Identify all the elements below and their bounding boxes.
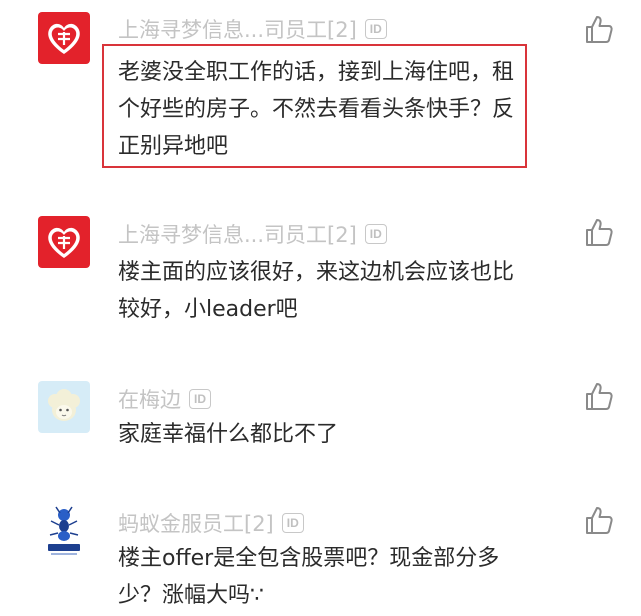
- username[interactable]: 上海寻梦信息...司员工[2]: [118, 14, 357, 44]
- username[interactable]: 上海寻梦信息...司员工[2]: [118, 219, 357, 249]
- thumbs-up-icon: [586, 16, 613, 43]
- thumbs-up-icon: [586, 383, 613, 410]
- avatar[interactable]: [38, 12, 90, 64]
- like-button[interactable]: [583, 381, 615, 413]
- id-badge: ID: [281, 513, 304, 533]
- thumbs-up-icon: [586, 507, 613, 534]
- comment-text: 楼主offer是全包含股票吧？现金部分多少？涨幅大吗∵: [118, 546, 500, 608]
- id-badge: ID: [189, 389, 211, 409]
- like-button[interactable]: [583, 217, 615, 249]
- comment-header: 在梅边 ID: [118, 384, 211, 414]
- avatar[interactable]: [38, 505, 90, 557]
- username[interactable]: 蚂蚁金服员工[2]: [118, 508, 274, 538]
- comment-text: 家庭幸福什么都比不了: [118, 422, 339, 447]
- comment-text: 楼主面的应该很好，来这边机会应该也比较好，小leader吧: [118, 260, 515, 322]
- ant-group-logo-icon: [38, 505, 90, 557]
- avatar[interactable]: [38, 216, 90, 268]
- id-badge: ID: [364, 224, 387, 244]
- id-badge: ID: [364, 19, 387, 39]
- avatar[interactable]: [38, 381, 90, 433]
- thumbs-up-icon: [586, 219, 613, 246]
- comment-header: 上海寻梦信息...司员工[2] ID: [118, 219, 387, 249]
- like-button[interactable]: [583, 14, 615, 46]
- comment-header: 上海寻梦信息...司员工[2] ID: [118, 14, 387, 44]
- comment-text: 老婆没全职工作的话，接到上海住吧，租个好些的房子。不然去看看头条快手？反正别异地…: [118, 60, 515, 159]
- sheep-avatar-icon: [38, 381, 90, 433]
- pinduoduo-logo-icon: [38, 12, 90, 64]
- like-button[interactable]: [583, 505, 615, 537]
- comment-header: 蚂蚁金服员工[2] ID: [118, 508, 304, 538]
- pinduoduo-logo-icon: [38, 216, 90, 268]
- username[interactable]: 在梅边: [118, 384, 181, 414]
